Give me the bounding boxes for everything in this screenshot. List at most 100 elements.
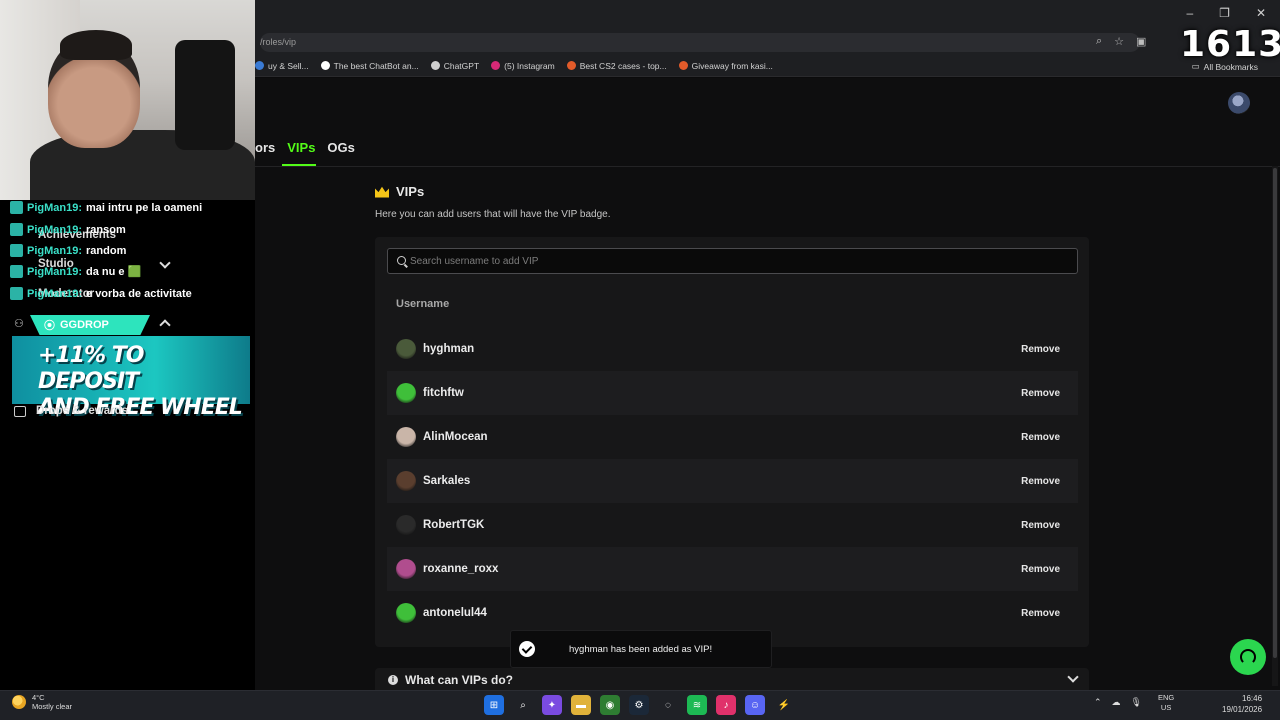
username[interactable]: antonelul44 bbox=[423, 607, 487, 619]
user-avatar[interactable] bbox=[1228, 92, 1250, 114]
file-explorer-icon[interactable]: ▬ bbox=[571, 695, 591, 715]
chat-nick: PigMan19: bbox=[27, 244, 83, 257]
vips-heading: VIPs bbox=[375, 184, 424, 199]
webcam-microphone bbox=[175, 40, 235, 150]
remove-button[interactable]: Remove bbox=[1021, 520, 1060, 531]
app-icon[interactable]: ♪ bbox=[716, 695, 736, 715]
chevron-down-icon[interactable] bbox=[1067, 671, 1079, 683]
tab-moderators[interactable]: ors bbox=[255, 140, 275, 155]
steam-icon[interactable]: ⚙ bbox=[629, 695, 649, 715]
bookmark-star-icon[interactable]: ☆ bbox=[1114, 35, 1124, 48]
chat-nick: PigMan19: bbox=[27, 223, 83, 236]
bookmark-label: ChatGPT bbox=[443, 60, 480, 71]
time: 16:46 bbox=[1242, 694, 1263, 703]
tab-ogs[interactable]: OGs bbox=[327, 140, 354, 155]
bookmark-item[interactable]: uy & Sell... bbox=[255, 61, 309, 71]
lang-region: US bbox=[1160, 703, 1172, 712]
table-row: RobertTGK Remove bbox=[387, 503, 1078, 547]
username[interactable]: RobertTGK bbox=[423, 519, 484, 531]
spotify-icon[interactable]: ≋ bbox=[687, 695, 707, 715]
username[interactable]: roxanne_roxx bbox=[423, 563, 498, 575]
mic-icon[interactable]: 🎙 bbox=[1131, 697, 1142, 708]
remove-button[interactable]: Remove bbox=[1021, 344, 1060, 355]
faq-title: What can VIPs do? bbox=[405, 673, 514, 687]
support-chat-button[interactable] bbox=[1230, 639, 1266, 675]
page-title: VIPs bbox=[396, 184, 425, 199]
table-row: hyghman Remove bbox=[387, 327, 1078, 371]
search-icon[interactable]: ⌕ bbox=[513, 695, 533, 715]
bookmark-label: (5) Instagram bbox=[504, 60, 555, 71]
avatar bbox=[396, 427, 416, 447]
username[interactable]: Sarkales bbox=[423, 475, 470, 487]
remove-button[interactable]: Remove bbox=[1021, 432, 1060, 443]
bookmark-item[interactable]: ChatGPT bbox=[430, 60, 480, 71]
chat-message: PigMan19: ransom bbox=[10, 223, 126, 236]
discord-icon[interactable]: ☺ bbox=[745, 695, 765, 715]
avatar bbox=[396, 515, 416, 535]
bookmark-icon bbox=[678, 61, 688, 70]
username[interactable]: fitchftw bbox=[423, 387, 464, 399]
chat-badge-icon bbox=[10, 244, 23, 257]
avatar bbox=[396, 603, 416, 623]
weather-widget[interactable]: 4°C Mostly clear bbox=[12, 693, 72, 711]
chevron-up-icon[interactable]: ⌃ bbox=[1094, 697, 1102, 708]
search-box bbox=[387, 248, 1078, 274]
crown-icon bbox=[375, 186, 389, 198]
stream-counter: 1613 bbox=[1180, 24, 1280, 65]
chat-message: PigMan19: e vorba de activitate bbox=[10, 287, 192, 300]
bookmark-icon bbox=[255, 61, 264, 70]
check-icon bbox=[519, 641, 535, 657]
webcam-person-hair bbox=[60, 30, 132, 60]
scrollbar-thumb[interactable] bbox=[1273, 168, 1277, 658]
table-row: Sarkales Remove bbox=[387, 459, 1078, 503]
url-bar[interactable]: /roles/vip bbox=[260, 33, 1140, 52]
chat-text: e vorba de activitate bbox=[86, 287, 192, 300]
bookmark-label: The best ChatBot an... bbox=[333, 60, 419, 71]
toast-message: hyghman has been added as VIP! bbox=[569, 643, 713, 655]
maximize-button[interactable]: ❐ bbox=[1219, 6, 1230, 20]
username[interactable]: AlinMocean bbox=[423, 431, 488, 443]
chat-badge-icon bbox=[10, 265, 23, 278]
chat-nick: PigMan19: bbox=[27, 287, 83, 300]
chat-nick: PigMan19: bbox=[27, 201, 83, 214]
temperature: 4°C bbox=[32, 693, 45, 702]
webcam-feed bbox=[0, 0, 255, 200]
language-indicator[interactable]: ENG US bbox=[1158, 693, 1174, 713]
clock[interactable]: 16:46 19/01/2026 bbox=[1222, 693, 1262, 715]
windows-start-icon[interactable]: ⊞ bbox=[484, 695, 504, 715]
system-tray: ⌃ ☁ 🎙 bbox=[1094, 697, 1142, 708]
network-icon[interactable]: ☁ bbox=[1112, 697, 1121, 708]
extension-icon[interactable]: ▣ bbox=[1136, 35, 1146, 48]
table-row: fitchftw Remove bbox=[387, 371, 1078, 415]
avatar bbox=[396, 471, 416, 491]
bookmark-item[interactable]: Best CS2 cases - top... bbox=[566, 61, 667, 71]
bookmark-item[interactable]: (5) Instagram bbox=[491, 61, 555, 71]
username[interactable]: hyghman bbox=[423, 343, 474, 355]
tab-vips[interactable]: VIPs bbox=[287, 140, 315, 155]
close-button[interactable]: ✕ bbox=[1256, 6, 1266, 20]
address-bar-icons: ⌕ ☆ ▣ bbox=[1096, 35, 1146, 48]
search-input[interactable] bbox=[410, 252, 1060, 270]
bookmark-item[interactable]: The best ChatBot an... bbox=[320, 60, 419, 71]
avatar bbox=[396, 339, 416, 359]
chrome-icon[interactable]: ◉ bbox=[600, 695, 620, 715]
ggdrop-tag: ⦿ GGDROP bbox=[30, 315, 150, 335]
avatar bbox=[396, 559, 416, 579]
app-icon[interactable]: ⚡ bbox=[774, 695, 794, 715]
chat-message: PigMan19: da nu e 🟩 bbox=[10, 265, 141, 278]
remove-button[interactable]: Remove bbox=[1021, 476, 1060, 487]
gift-icon bbox=[14, 405, 26, 417]
remove-button[interactable]: Remove bbox=[1021, 608, 1060, 619]
app-icon[interactable]: ◌ bbox=[658, 695, 678, 715]
zoom-icon[interactable]: ⌕ bbox=[1096, 35, 1102, 48]
minimize-button[interactable]: – bbox=[1186, 6, 1193, 20]
remove-button[interactable]: Remove bbox=[1021, 564, 1060, 575]
bookmark-item[interactable]: Giveaway from kasi... bbox=[678, 61, 773, 71]
column-header-username: Username bbox=[396, 298, 450, 310]
chat-nick: PigMan19: bbox=[27, 265, 83, 278]
faq-accordion[interactable]: i What can VIPs do? bbox=[375, 668, 1089, 692]
sidebar-item-drops[interactable]: Drops & rewards bbox=[14, 405, 128, 417]
weather-icon bbox=[12, 695, 26, 709]
remove-button[interactable]: Remove bbox=[1021, 388, 1060, 399]
copilot-icon[interactable]: ✦ bbox=[542, 695, 562, 715]
